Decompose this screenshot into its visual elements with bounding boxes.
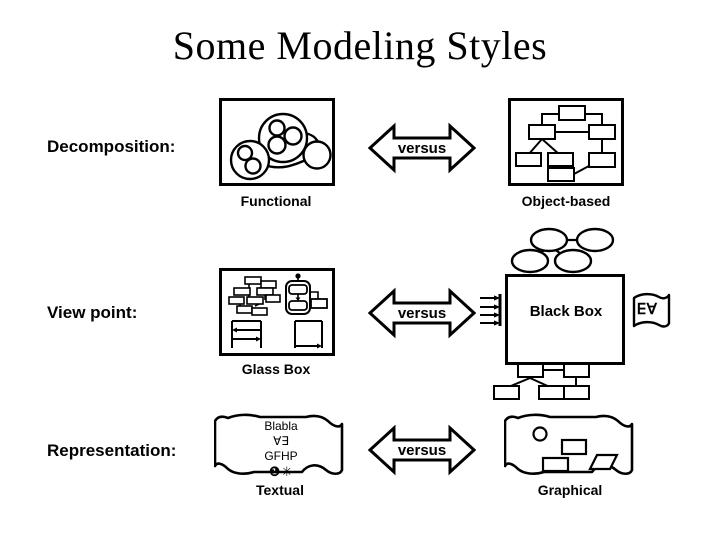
black-box-inner-label: Black Box — [529, 303, 603, 320]
page-title: Some Modeling Styles — [172, 23, 548, 68]
textual-line-3: GFHP — [264, 449, 298, 463]
versus-arrow-representation: versus — [368, 422, 476, 478]
caption-textual: Textual — [256, 482, 304, 498]
versus-arrow-view-point: versus — [368, 285, 476, 341]
caption-glass-box: Glass Box — [241, 361, 311, 377]
caption-object-based: Object-based — [521, 193, 611, 209]
row-label-decomposition: Decomposition: — [47, 137, 176, 156]
slide-canvas: Some Modeling Styles Decomposition: vers… — [0, 0, 720, 540]
diagram-object-based-decomposition — [508, 98, 624, 186]
quantifier-glyph: ∀∃ — [637, 301, 657, 318]
row-label-view-point: View point: — [47, 303, 138, 322]
versus-arrow-decomposition: versus — [368, 120, 476, 176]
diagram-functional-decomposition — [219, 98, 335, 186]
row-label-representation: Representation: — [47, 441, 177, 460]
textual-scroll-content: Blabla ∀∃ GFHP ❶✳ — [240, 419, 322, 479]
diagram-glass-box — [219, 268, 335, 356]
textual-line-2: ∀∃ — [273, 434, 289, 448]
caption-functional: Functional — [240, 193, 312, 209]
textual-line-1: Blabla — [264, 419, 298, 433]
diagram-graphical-scroll — [504, 412, 634, 480]
textual-line-4: ❶✳ — [268, 464, 294, 479]
caption-graphical: Graphical — [537, 482, 603, 498]
